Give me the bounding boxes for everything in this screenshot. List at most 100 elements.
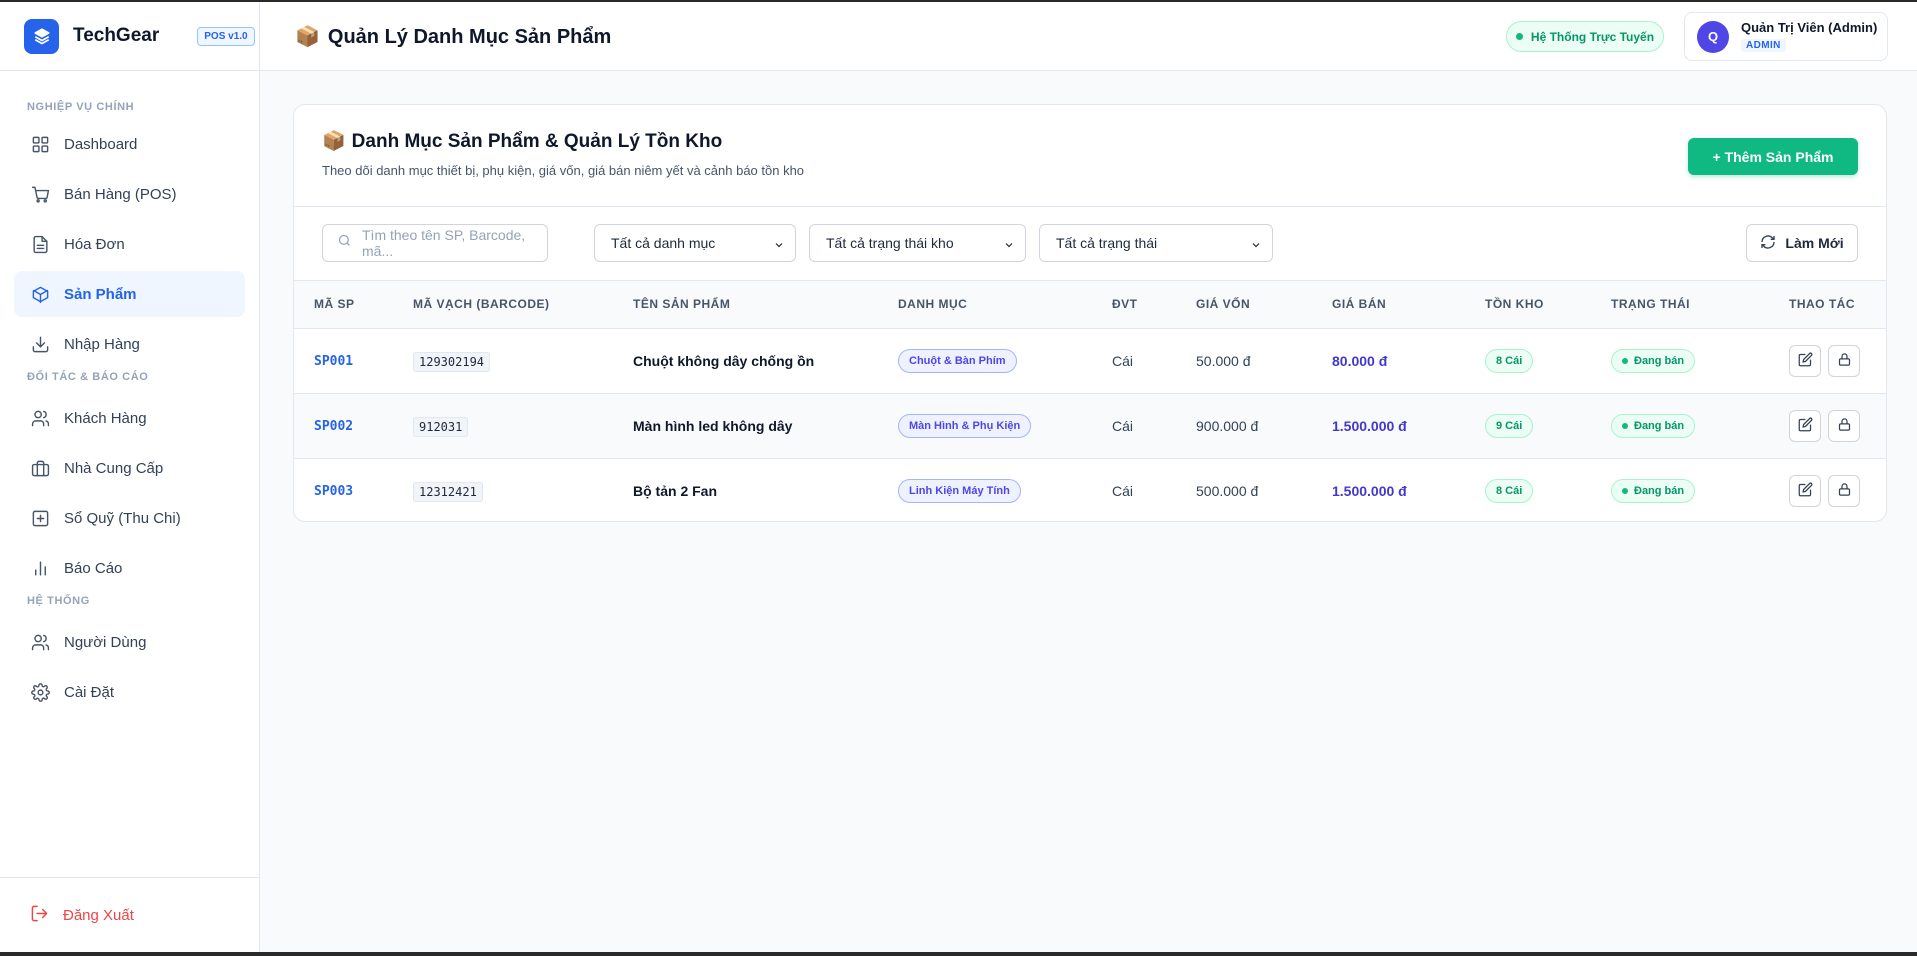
status-select[interactable]: Tất cả trạng thái [1039, 224, 1273, 262]
status-text: Đang bán [1634, 484, 1685, 497]
lock-icon [1837, 352, 1852, 370]
brand[interactable]: TechGear POS v1.0 [0, 2, 259, 71]
system-status-text: Hệ Thống Trực Tuyến [1530, 29, 1655, 44]
stock-badge: 9 Cái [1485, 413, 1534, 438]
card-subtitle: Theo dõi danh mục thiết bị, phụ kiện, gi… [322, 163, 805, 178]
download-icon [30, 334, 50, 354]
top-header: 📦 Quản Lý Danh Mục Sản Phẩm Hệ Thống Trực… [260, 2, 1917, 71]
sidebar-item-reports[interactable]: Báo Cáo [14, 545, 245, 591]
layers-logo-icon [24, 18, 59, 54]
system-status-badge: Hệ Thống Trực Tuyến [1506, 21, 1664, 52]
category-badge: Linh Kiện Máy Tính [898, 478, 1021, 503]
category-select[interactable]: Tất cả danh mục [594, 224, 796, 262]
sidebar-item-label: Báo Cáo [64, 559, 123, 577]
filter-bar: Tìm theo tên SP, Barcode, mã... Tất cả d… [294, 207, 1886, 281]
briefcase-icon [30, 458, 50, 478]
status-dot-icon [1622, 487, 1628, 494]
search-icon [337, 233, 352, 253]
nav-section-title: ĐỐI TÁC & BÁO CÁO [27, 371, 149, 383]
unit: Cái [1112, 352, 1134, 369]
cost-price: 900.000 đ [1196, 417, 1259, 434]
status-badge: Đang bán [1611, 348, 1696, 373]
card-title-text: Danh Mục Sản Phẩm & Quản Lý Tồn Kho [351, 131, 723, 152]
column-header[interactable]: MÃ SP [294, 281, 413, 328]
stock-status-select-value: Tất cả trạng thái kho [826, 235, 954, 251]
status-dot-icon [1622, 422, 1628, 429]
sidebar-item-invoices[interactable]: Hóa Đơn [14, 221, 245, 267]
chevron-down-icon [773, 238, 785, 254]
user-role-badge: ADMIN [1741, 39, 1786, 52]
column-header[interactable]: MÃ VẠCH (BARCODE) [413, 281, 633, 328]
table-row[interactable]: SP001 129302194 Chuột không dây chống ồn… [294, 328, 1886, 393]
sidebar-item-users[interactable]: Người Dùng [14, 619, 245, 665]
nav-section-title: HỆ THỐNG [27, 595, 90, 607]
sale-price: 80.000 đ [1332, 352, 1388, 369]
page-title-text: Quản Lý Danh Mục Sản Phẩm [327, 25, 612, 48]
sidebar-item-label: Hóa Đơn [64, 235, 125, 253]
app-window: TechGear POS v1.0 NGHIỆP VỤ CHÍNH Dashbo… [0, 2, 1917, 952]
sidebar-item-label: Khách Hàng [64, 409, 147, 427]
user-menu[interactable]: Q Quản Trị Viên (Admin) ADMIN [1684, 12, 1888, 61]
sidebar-item-suppliers[interactable]: Nhà Cung Cấp [14, 445, 245, 491]
sidebar-item-cashbook[interactable]: Sổ Quỹ (Thu Chi) [14, 495, 245, 541]
sidebar-item-dashboard[interactable]: Dashboard [14, 121, 245, 167]
users-icon [30, 408, 50, 428]
sidebar-item-products[interactable]: Sản Phẩm [14, 271, 245, 317]
barcode: 912031 [413, 416, 469, 437]
sidebar-item-pos[interactable]: Bán Hàng (POS) [14, 171, 245, 217]
column-header[interactable]: TỒN KHO [1485, 281, 1611, 328]
category-badge: Màn Hình & Phụ Kiện [898, 413, 1032, 438]
edit-button[interactable] [1789, 344, 1821, 377]
add-product-button[interactable]: + Thêm Sản Phẩm [1688, 138, 1858, 175]
lock-button[interactable] [1828, 409, 1860, 442]
sidebar-nav: NGHIỆP VỤ CHÍNH Dashboard Bán Hàng (POS)… [0, 101, 259, 715]
users-icon [30, 632, 50, 652]
add-product-label: + Thêm Sản Phẩm [1712, 148, 1834, 165]
card-title: 📦 Danh Mục Sản Phẩm & Quản Lý Tồn Kho [322, 129, 1886, 153]
product-code[interactable]: SP002 [314, 419, 353, 434]
bar-chart-icon [30, 558, 50, 578]
refresh-button[interactable]: Làm Mới [1746, 224, 1858, 262]
column-header[interactable]: ĐVT [1112, 281, 1196, 328]
sidebar-item-settings[interactable]: Cài Đặt [14, 669, 245, 715]
table-row[interactable]: SP002 912031 Màn hình led không dây Màn … [294, 393, 1886, 458]
edit-button[interactable] [1789, 409, 1821, 442]
sidebar-item-import[interactable]: Nhập Hàng [14, 321, 245, 367]
lock-button[interactable] [1828, 344, 1860, 377]
grid-icon [30, 134, 50, 154]
sidebar-item-label: Nhập Hàng [64, 335, 140, 353]
lock-icon [1837, 417, 1852, 435]
category-badge: Chuột & Bàn Phím [898, 348, 1017, 373]
column-header[interactable]: GIÁ BÁN [1332, 281, 1485, 328]
logout-button[interactable]: Đăng Xuất [0, 877, 260, 952]
edit-icon [1798, 352, 1813, 370]
unit: Cái [1112, 482, 1134, 499]
product-code[interactable]: SP001 [314, 354, 353, 369]
stock-badge: 8 Cái [1485, 348, 1534, 373]
sidebar-item-label: Cài Đặt [64, 683, 115, 701]
refresh-icon [1760, 234, 1785, 253]
sidebar-item-customers[interactable]: Khách Hàng [14, 395, 245, 441]
product-name: Chuột không dây chống ồn [633, 352, 815, 369]
stock-status-select[interactable]: Tất cả trạng thái kho [809, 224, 1026, 262]
column-header[interactable]: GIÁ VỐN [1196, 281, 1332, 328]
sale-price: 1.500.000 đ [1332, 417, 1407, 434]
nav-section-title: NGHIỆP VỤ CHÍNH [27, 101, 135, 113]
sidebar-item-label: Sổ Quỹ (Thu Chi) [64, 509, 181, 527]
column-header[interactable]: DANH MỤC [898, 281, 1112, 328]
status-dot-icon [1515, 33, 1523, 40]
status-badge: Đang bán [1611, 413, 1696, 438]
refresh-label: Làm Mới [1785, 235, 1844, 251]
product-code[interactable]: SP003 [314, 484, 353, 499]
category-select-value: Tất cả danh mục [611, 235, 716, 251]
product-name: Màn hình led không dây [633, 417, 793, 434]
logout-label: Đăng Xuất [63, 906, 134, 924]
stock-badge: 8 Cái [1485, 478, 1534, 503]
column-header[interactable]: TRẠNG THÁI [1611, 281, 1789, 328]
column-header[interactable]: THAO TÁC [1789, 281, 1886, 328]
lock-button[interactable] [1828, 474, 1860, 507]
table-row[interactable]: SP003 12312421 Bộ tản 2 Fan Linh Kiện Má… [294, 458, 1886, 521]
column-header[interactable]: TÊN SẢN PHẨM [633, 281, 898, 328]
edit-button[interactable] [1789, 474, 1821, 507]
search-input[interactable]: Tìm theo tên SP, Barcode, mã... [322, 224, 548, 262]
